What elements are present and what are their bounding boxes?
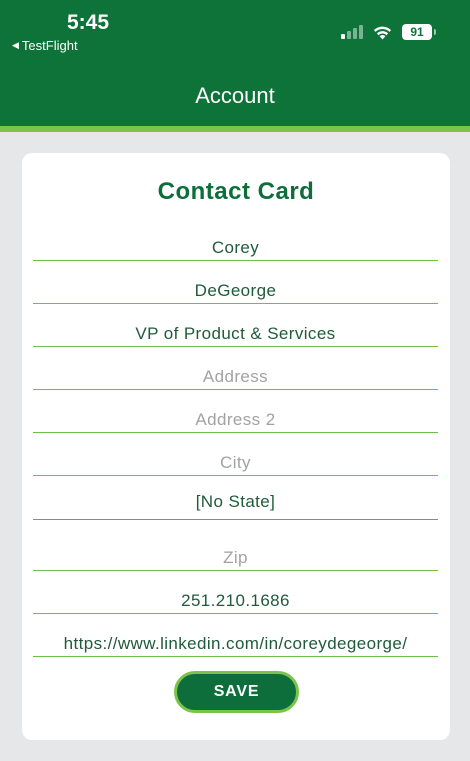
state-value: [No State] — [195, 492, 276, 511]
wifi-icon — [373, 26, 392, 39]
first-name-value: Corey — [211, 238, 260, 257]
address2-placeholder: Address 2 — [195, 410, 276, 429]
battery-icon: 91 — [402, 24, 436, 40]
first-name-field[interactable]: Corey — [33, 233, 438, 261]
back-to-app-link[interactable]: ◀ TestFlight — [12, 38, 78, 53]
address-field[interactable]: Address — [33, 362, 438, 390]
address2-field[interactable]: Address 2 — [33, 405, 438, 433]
address-placeholder: Address — [202, 367, 269, 386]
city-field[interactable]: City — [33, 448, 438, 476]
job-title-value: VP of Product & Services — [135, 324, 336, 343]
phone-value: 251.210.1686 — [181, 591, 290, 610]
status-time: 5:45 — [67, 11, 110, 34]
job-title-field[interactable]: VP of Product & Services — [33, 319, 438, 347]
zip-placeholder: Zip — [223, 548, 248, 567]
header-accent-stripe — [0, 126, 470, 132]
zip-field[interactable]: Zip — [33, 543, 438, 571]
state-select[interactable]: [No State] — [33, 489, 438, 520]
last-name-field[interactable]: DeGeorge — [33, 276, 438, 304]
cellular-signal-icon — [341, 25, 363, 39]
linkedin-value: https://www.linkedin.com/in/coreydegeorg… — [63, 634, 408, 653]
card-title: Contact Card — [157, 178, 315, 205]
phone-field[interactable]: 251.210.1686 — [33, 586, 438, 614]
city-placeholder: City — [220, 453, 251, 472]
status-icons: 91 — [341, 22, 436, 42]
page-title: Account — [195, 83, 275, 108]
save-button[interactable]: SAVE — [174, 671, 299, 713]
last-name-value: DeGeorge — [194, 281, 277, 300]
back-app-label: TestFlight — [21, 38, 78, 53]
linkedin-field[interactable]: https://www.linkedin.com/in/coreydegeorg… — [33, 629, 438, 657]
app-header: 5:45 ◀ TestFlight 91 Account — [0, 0, 470, 126]
back-triangle-icon: ◀ — [12, 40, 19, 50]
